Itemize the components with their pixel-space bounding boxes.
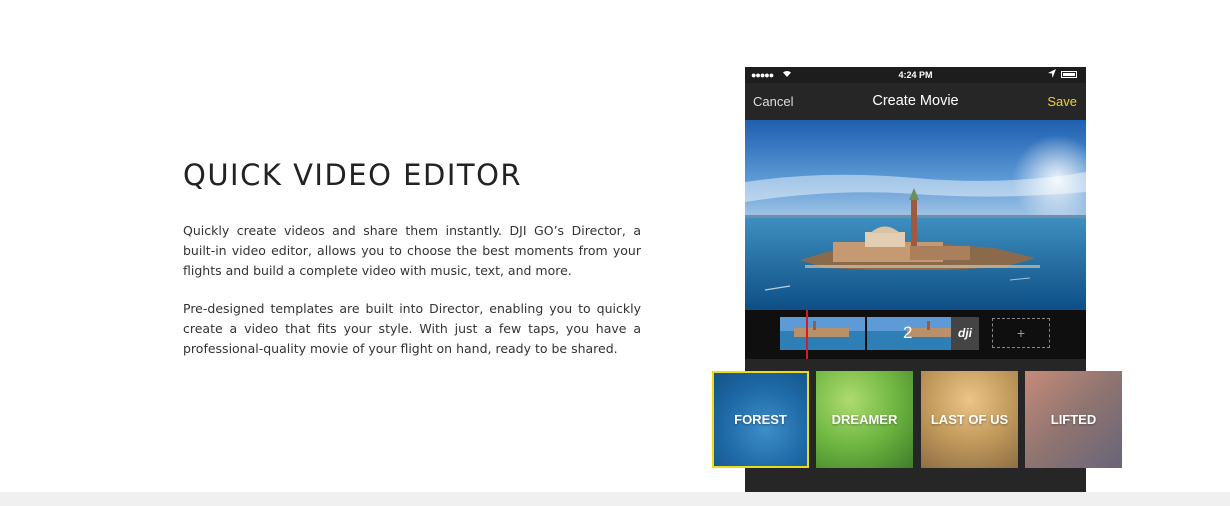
screen-title: Create Movie (872, 93, 959, 109)
save-button[interactable]: Save (1047, 94, 1077, 109)
status-bar: ●●●●● 4:24 PM (745, 67, 1086, 83)
template-lifted[interactable]: LIFTED (1025, 371, 1122, 468)
feature-description-1: Quickly create videos and share them ins… (183, 223, 641, 278)
template-last-of-us[interactable]: LAST OF US (921, 371, 1018, 468)
page-footer-strip (0, 492, 1230, 506)
playhead[interactable] (806, 310, 808, 359)
template-forest[interactable]: FOREST (712, 371, 809, 468)
dji-logo: dji (951, 317, 979, 350)
clip-thumbnail[interactable]: 2 dji (867, 317, 979, 350)
nav-bar: Cancel Create Movie Save (745, 83, 1086, 120)
clip-number: 2 (903, 323, 913, 342)
feature-description-2: Pre-designed templates are built into Di… (183, 301, 641, 356)
status-time: 4:24 PM (898, 70, 933, 80)
battery-icon (1061, 71, 1077, 78)
video-preview[interactable] (745, 120, 1086, 310)
location-arrow-icon (1048, 69, 1056, 80)
add-clip-button[interactable]: + (992, 318, 1050, 348)
clip-thumbnail[interactable] (780, 317, 865, 350)
template-dreamer[interactable]: DREAMER (816, 371, 913, 468)
clip-timeline[interactable]: 2 dji + (745, 310, 1086, 359)
feature-title: QUICK VIDEO EDITOR (183, 158, 523, 192)
